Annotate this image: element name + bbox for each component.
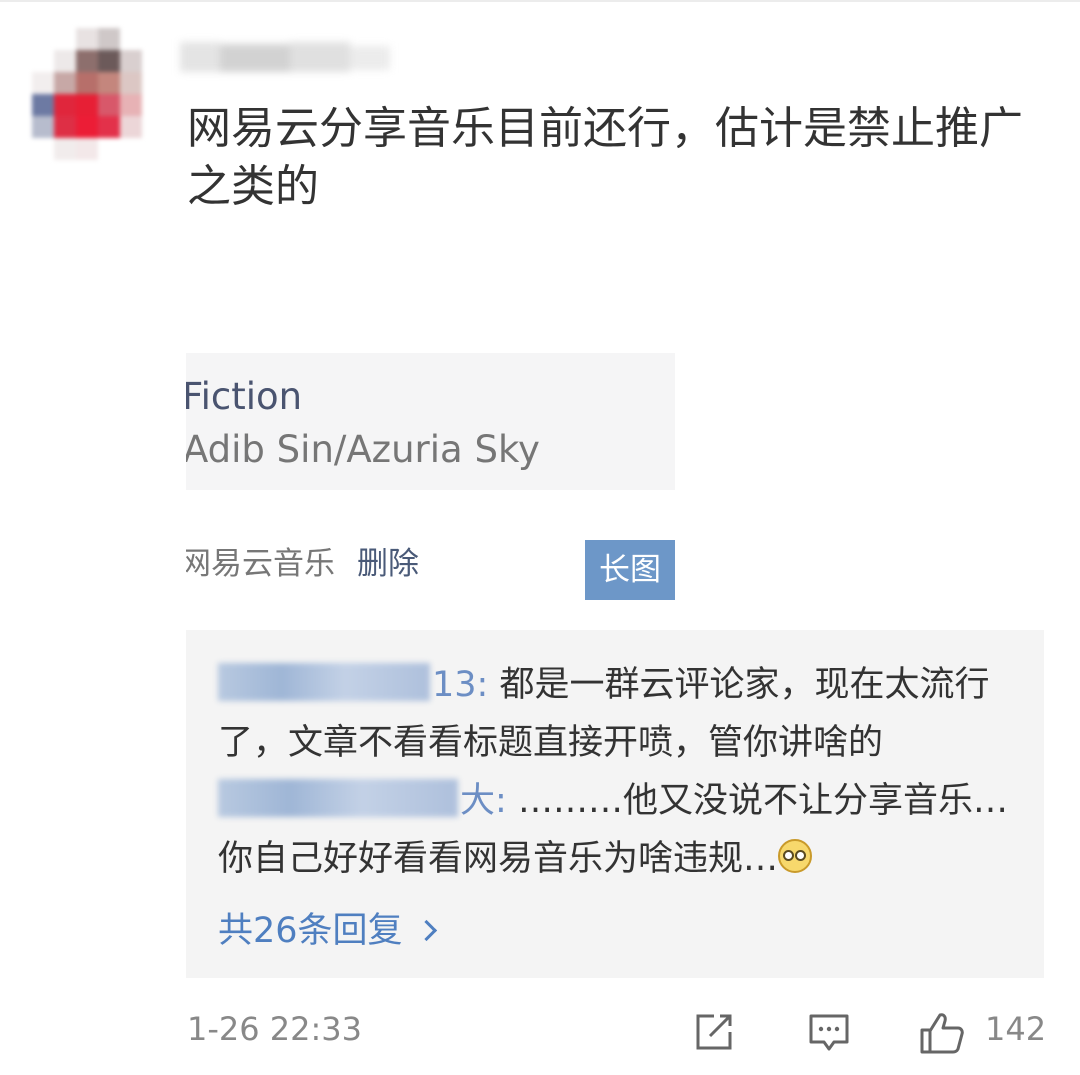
song-artist: Adib Sin/Azuria Sky [186, 428, 540, 471]
confused-face-icon [778, 839, 813, 873]
reply-author-tail[interactable]: 13: [432, 665, 488, 705]
delete-button[interactable]: 删除 [357, 546, 419, 582]
avatar[interactable] [32, 28, 150, 160]
comment-line: 之类的 [187, 161, 319, 212]
reply-item: 13: 都是一群云评论家，现在太流行了，文章不看看标题直接开喷，管你讲啥的 [218, 656, 1018, 772]
chevron-right-icon [415, 919, 437, 942]
music-card[interactable]: Fiction Adib Sin/Azuria Sky [186, 353, 675, 490]
thumbs-up-icon[interactable] [918, 1010, 966, 1060]
comment-line: 网易云分享音乐目前还行，估计是禁止推广 [187, 103, 1023, 154]
reply-author-obscured[interactable] [218, 663, 430, 701]
share-icon[interactable] [692, 1010, 736, 1058]
reply-author-obscured[interactable] [218, 779, 458, 817]
username[interactable] [180, 32, 390, 84]
long-image-button[interactable]: 长图 [585, 540, 675, 600]
comment-icon[interactable] [806, 1010, 852, 1060]
reply-author-tail[interactable]: 大: [460, 781, 507, 821]
song-title: Fiction [186, 375, 303, 418]
like-count: 142 [985, 1010, 1047, 1048]
reply-box[interactable]: 13: 都是一群云评论家，现在太流行了，文章不看看标题直接开喷，管你讲啥的 大:… [186, 630, 1044, 978]
source-label: 网易云音乐 [186, 546, 335, 582]
source-row: 网易云音乐 删除 [186, 538, 436, 583]
comment-text: 网易云分享音乐目前还行，估计是禁止推广 之类的 [187, 100, 1057, 216]
comment-item: 网易云分享音乐目前还行，估计是禁止推广 之类的 Fiction Adib Sin… [0, 0, 1080, 1075]
timestamp: 1-26 22:33 [187, 1010, 363, 1048]
divider [0, 0, 1080, 2]
view-replies-label: 共26条回复 [218, 911, 403, 951]
view-all-replies-link[interactable]: 共26条回复 [218, 902, 437, 953]
reply-item: 大: ………他又没说不让分享音乐…你自己好好看看网易音乐为啥违规… [218, 772, 1018, 888]
